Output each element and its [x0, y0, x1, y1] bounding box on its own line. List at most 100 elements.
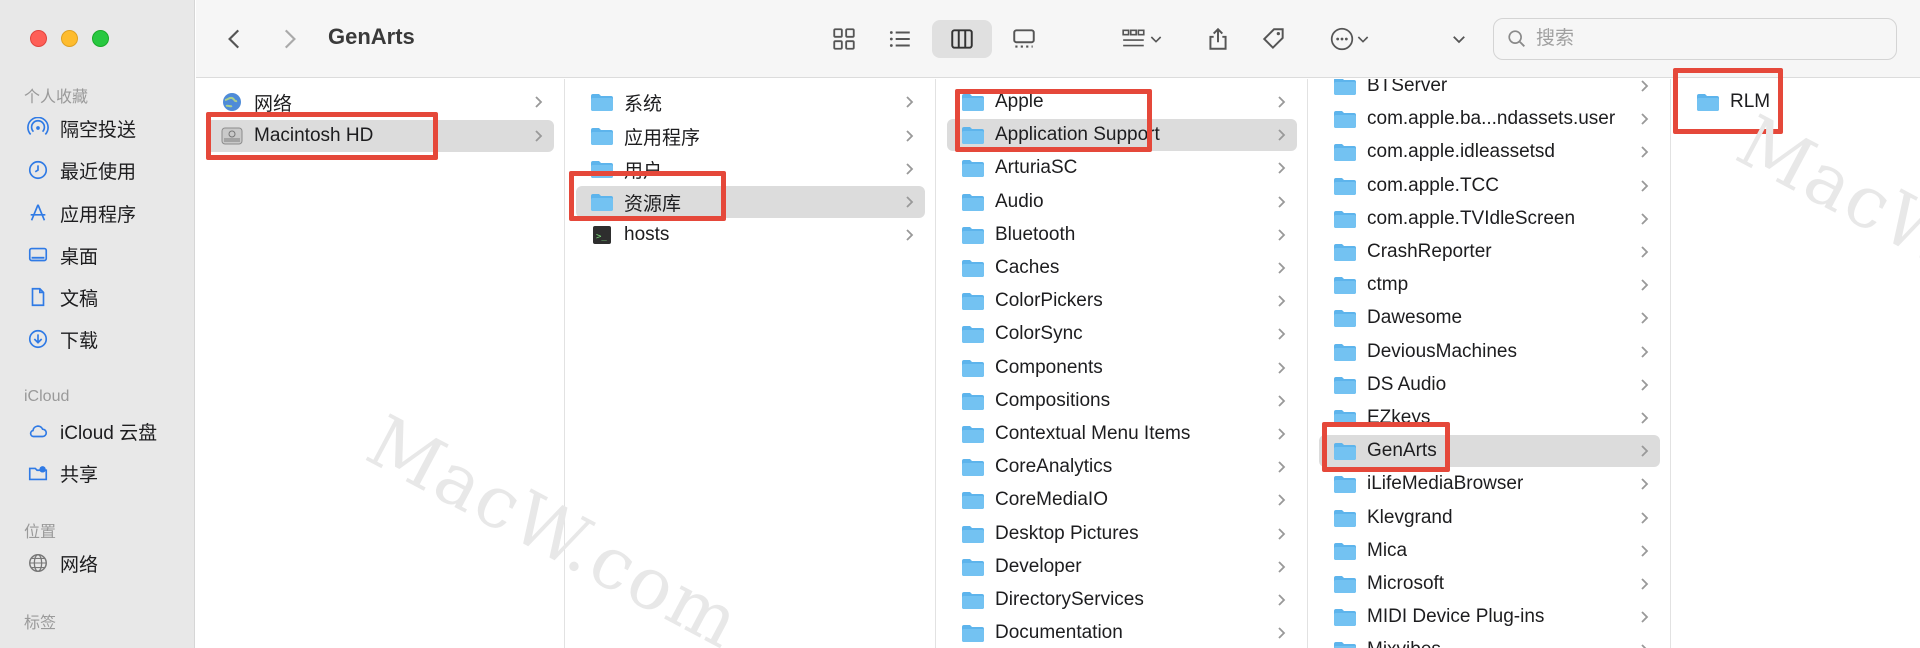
list-item[interactable]: CrashReporter — [1319, 236, 1660, 268]
list-item[interactable]: Mica — [1319, 535, 1660, 567]
list-item[interactable]: Documentation — [947, 617, 1297, 648]
list-item[interactable]: Compositions — [947, 385, 1297, 417]
list-item[interactable]: ColorPickers — [947, 285, 1297, 317]
document-icon — [26, 285, 50, 309]
list-item[interactable]: com.apple.TVIdleScreen — [1319, 203, 1660, 235]
chevron-right-icon — [1640, 309, 1650, 327]
chevron-right-icon — [1640, 276, 1650, 294]
sidebar-item-recents[interactable]: 最近使用 — [26, 152, 136, 188]
list-item[interactable]: Microsoft — [1319, 568, 1660, 600]
sidebar-item-shared[interactable]: 共享 — [26, 455, 98, 491]
column-view-button[interactable] — [932, 20, 992, 58]
list-item[interactable]: BTServer — [1319, 79, 1660, 102]
column-view-icon — [951, 29, 973, 49]
chevron-right-icon — [1640, 509, 1650, 527]
list-item[interactable]: Apple — [947, 86, 1297, 118]
list-item[interactable]: com.apple.TCC — [1319, 170, 1660, 202]
folder-icon — [1333, 474, 1357, 494]
sidebar-item-label: 下载 — [60, 330, 99, 352]
list-item[interactable]: ctmp — [1319, 269, 1660, 301]
item-name: CoreMediaIO — [995, 489, 1108, 511]
list-item[interactable]: GenArts — [1319, 435, 1660, 468]
list-item[interactable]: Caches — [947, 252, 1297, 284]
browser-column-5: RLM — [1672, 79, 1920, 648]
list-item[interactable]: Audio — [947, 186, 1297, 218]
zoom-window-button[interactable] — [92, 30, 109, 47]
list-item[interactable]: Bluetooth — [947, 219, 1297, 251]
folder-icon — [1333, 242, 1357, 262]
item-name: Caches — [995, 257, 1060, 278]
list-view-button[interactable] — [876, 20, 924, 58]
item-name: ctmp — [1367, 274, 1409, 296]
list-item[interactable]: MIDI Device Plug-ins — [1319, 601, 1660, 633]
minimize-window-button[interactable] — [61, 30, 78, 47]
list-item[interactable]: Application Support — [947, 119, 1297, 152]
search-field[interactable] — [1493, 18, 1897, 60]
list-item[interactable]: Developer — [947, 551, 1297, 583]
toolbar-overflow-button[interactable] — [1444, 20, 1474, 58]
list-item[interactable]: DeviousMachines — [1319, 336, 1660, 368]
chevron-right-icon — [905, 160, 915, 178]
gallery-view-button[interactable] — [1000, 20, 1048, 58]
list-item[interactable]: Components — [947, 352, 1297, 384]
list-item[interactable]: Klevgrand — [1319, 502, 1660, 534]
window-title: GenArts — [328, 24, 415, 49]
item-name: com.apple.ba...ndassets.user — [1367, 108, 1616, 130]
sidebar-item-icloud-drive[interactable]: iCloud 云盘 — [26, 413, 157, 449]
list-item[interactable]: Dawesome — [1319, 302, 1660, 334]
list-item[interactable]: DirectoryServices — [947, 584, 1297, 616]
folder-icon — [961, 391, 985, 411]
list-item[interactable]: 系统 — [576, 86, 925, 118]
chevron-right-icon — [1277, 458, 1287, 476]
icon-view-button[interactable] — [820, 20, 868, 58]
sidebar-item-applications[interactable]: 应用程序 — [26, 195, 136, 231]
list-item[interactable]: com.apple.ba...ndassets.user — [1319, 103, 1660, 135]
close-window-button[interactable] — [30, 30, 47, 47]
list-item[interactable]: DS Audio — [1319, 369, 1660, 401]
list-item[interactable]: Contextual Menu Items — [947, 418, 1297, 450]
sidebar-item-network[interactable]: 网络 — [26, 545, 98, 581]
list-item[interactable]: ArturiaSC — [947, 152, 1297, 184]
list-item[interactable]: RLM — [1682, 86, 1910, 118]
chevron-right-icon — [1277, 292, 1287, 310]
sidebar-item-documents[interactable]: 文稿 — [26, 279, 98, 315]
search-input[interactable] — [1536, 28, 1876, 50]
back-button[interactable] — [216, 20, 254, 58]
folder-icon — [1333, 607, 1357, 627]
folder-icon — [590, 192, 614, 212]
download-icon — [26, 327, 50, 351]
forward-button[interactable] — [270, 20, 308, 58]
share-button[interactable] — [1196, 20, 1240, 58]
list-item[interactable]: CoreMediaIO — [947, 484, 1297, 516]
list-item[interactable]: iLifeMediaBrowser — [1319, 468, 1660, 500]
list-item[interactable]: CoreAnalytics — [947, 451, 1297, 483]
item-name: 网络 — [254, 93, 293, 115]
more-actions-button[interactable] — [1320, 20, 1380, 58]
item-name: Desktop Pictures — [995, 522, 1139, 544]
sidebar-item-airdrop[interactable]: 隔空投送 — [26, 110, 136, 146]
folder-icon — [961, 590, 985, 610]
item-name: 资源库 — [624, 193, 682, 215]
item-name: Mixvibes — [1367, 639, 1441, 648]
list-item[interactable]: 网络 — [206, 86, 554, 118]
list-item[interactable]: com.apple.idleassetsd — [1319, 136, 1660, 168]
hard-disk-icon — [220, 126, 244, 146]
list-item[interactable]: 应用程序 — [576, 120, 925, 152]
group-button[interactable] — [1112, 20, 1172, 58]
folder-icon — [590, 159, 614, 179]
browser-column-4: BTServer com.apple.ba...ndassets.user com.… — [1309, 79, 1671, 648]
item-name: com.apple.TVIdleScreen — [1367, 207, 1576, 229]
sidebar-item-desktop[interactable]: 桌面 — [26, 237, 98, 273]
list-item[interactable]: >_ hosts — [576, 219, 925, 251]
folder-icon — [961, 92, 985, 112]
list-item[interactable]: 资源库 — [576, 186, 925, 218]
list-item[interactable]: Macintosh HD — [206, 120, 554, 152]
sidebar-item-downloads[interactable]: 下载 — [26, 321, 98, 357]
list-item[interactable]: 用户 — [576, 153, 925, 185]
list-item[interactable]: Mixvibes — [1319, 634, 1660, 648]
chevron-right-icon — [1640, 608, 1650, 626]
tag-button[interactable] — [1252, 20, 1296, 58]
list-item[interactable]: Desktop Pictures — [947, 518, 1297, 550]
list-item[interactable]: ColorSync — [947, 318, 1297, 350]
list-item[interactable]: EZkeys — [1319, 402, 1660, 434]
